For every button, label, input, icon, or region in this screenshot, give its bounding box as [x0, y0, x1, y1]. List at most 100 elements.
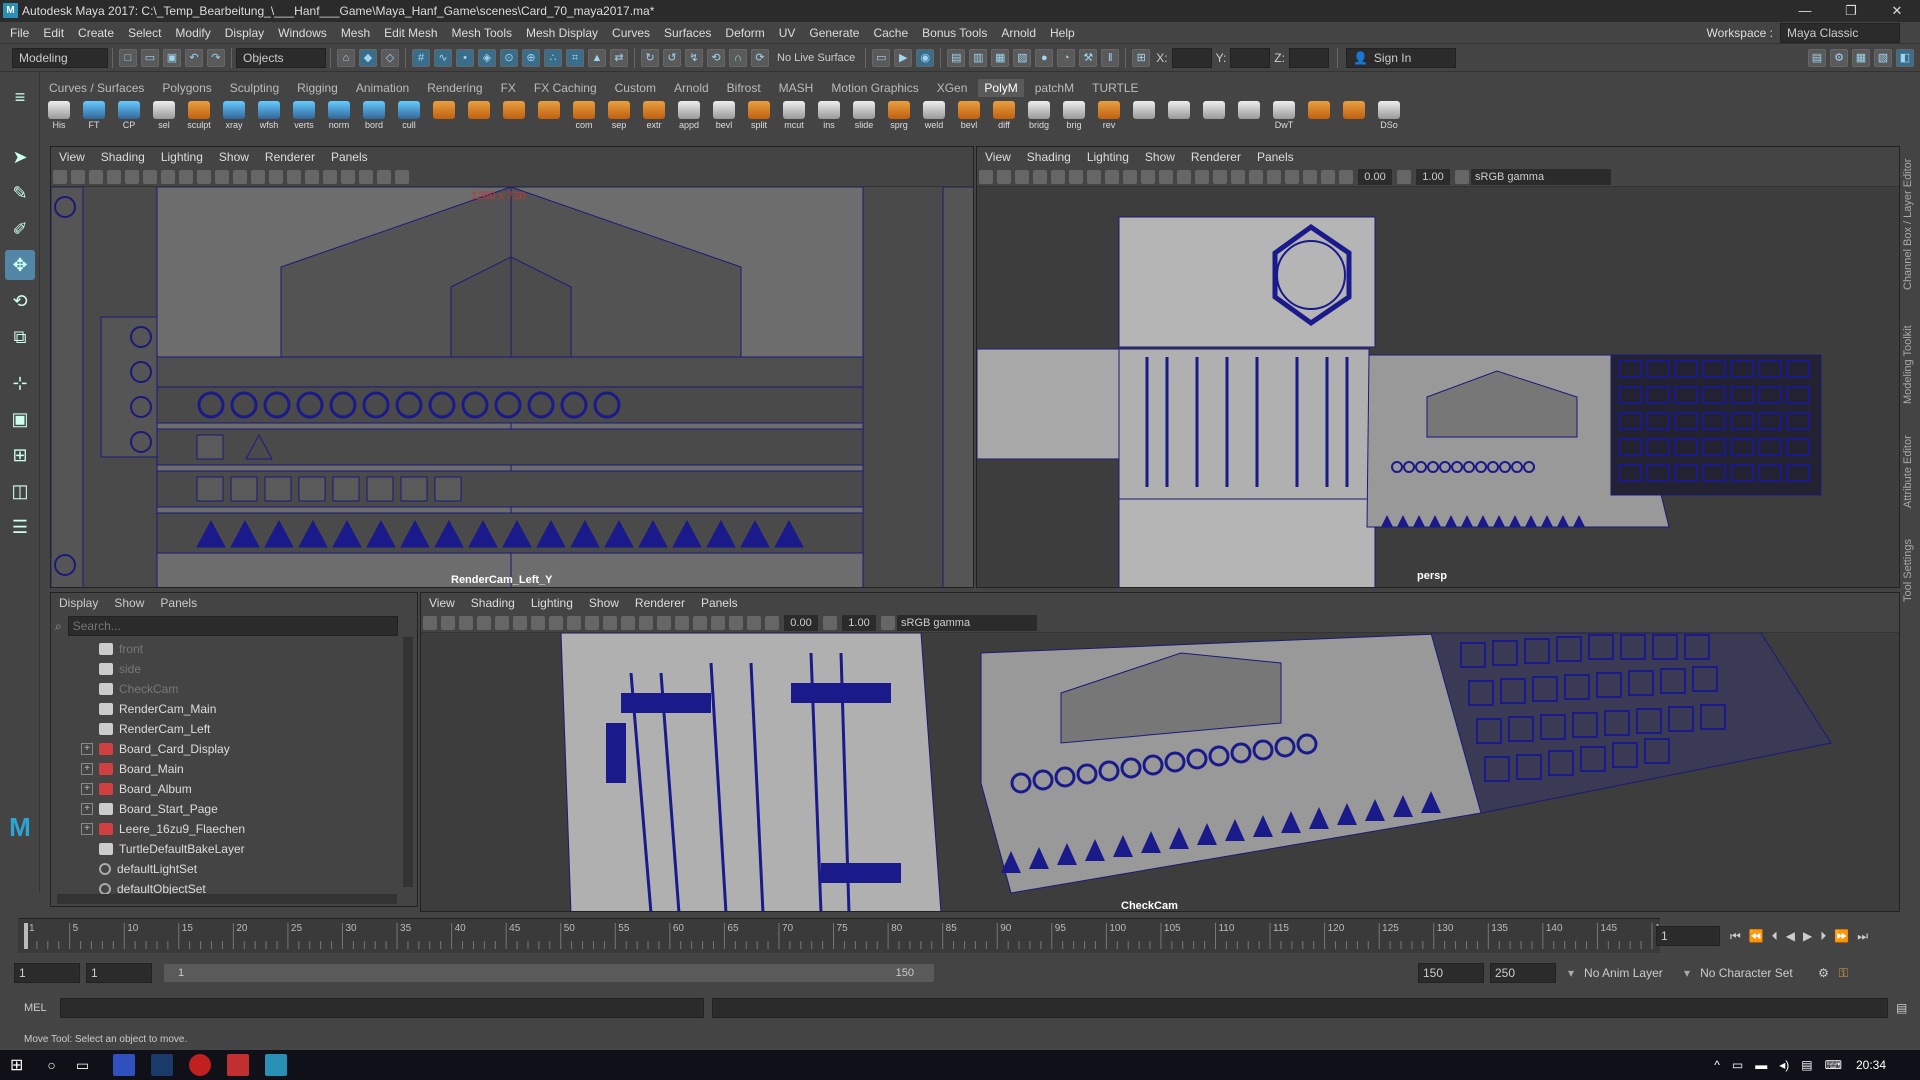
image-plane-icon[interactable] — [477, 615, 491, 630]
vp-menu-view[interactable]: View — [985, 150, 1011, 164]
symmetry-icon[interactable]: ⇄ — [610, 48, 628, 67]
gate-mask-icon[interactable] — [549, 615, 563, 630]
bookmark-icon[interactable] — [1015, 169, 1029, 184]
vp-menu-panels[interactable]: Panels — [701, 596, 738, 610]
outliner-item-turtle-bake-layer[interactable]: TurtleDefaultBakeLayer — [81, 839, 417, 859]
shelf-btn-sprg[interactable]: sprg — [884, 101, 914, 133]
viewport-canvas[interactable]: persp — [977, 187, 1900, 588]
end-time-field[interactable] — [1490, 963, 1556, 983]
shelf-btn-mcut[interactable]: mcut — [779, 101, 809, 133]
isolate-icon[interactable] — [1267, 169, 1281, 184]
gamma-icon[interactable] — [823, 615, 837, 630]
photoshop-icon[interactable] — [151, 1054, 174, 1076]
menu-edit[interactable]: Edit — [43, 26, 64, 40]
render-region-icon[interactable]: ▭ — [872, 48, 891, 67]
close-button[interactable]: ✕ — [1874, 0, 1920, 22]
vp-menu-renderer[interactable]: Renderer — [265, 150, 315, 164]
grid-icon[interactable] — [1051, 169, 1065, 184]
xray-icon[interactable] — [693, 615, 707, 630]
menu-bonus-tools[interactable]: Bonus Tools — [922, 26, 987, 40]
shelf-btn-ft[interactable]: FT — [79, 101, 109, 133]
current-frame-field[interactable] — [1656, 926, 1720, 946]
modeling-toolkit-icon[interactable]: ⚙ — [1830, 48, 1848, 67]
exposure-icon[interactable] — [765, 615, 779, 630]
expand-icon[interactable]: + — [81, 743, 93, 755]
aa-icon[interactable] — [747, 615, 761, 630]
shelf-btn-bridg[interactable]: bridg — [1024, 101, 1054, 133]
colorspace-select[interactable]: sRGB gamma — [1471, 168, 1611, 185]
shelf-tab-custom[interactable]: Custom — [615, 81, 656, 95]
x-field[interactable] — [1171, 47, 1212, 68]
vp-menu-panels[interactable]: Panels — [1257, 150, 1294, 164]
side-tab-channel-box[interactable]: Channel Box / Layer Editor — [1902, 150, 1914, 290]
single-view-icon[interactable]: ▣ — [5, 404, 35, 434]
mode-select[interactable]: Modeling — [12, 47, 108, 68]
textured-icon[interactable] — [287, 169, 301, 184]
shelf-tab-mash[interactable]: MASH — [779, 81, 814, 95]
command-input[interactable] — [60, 998, 704, 1018]
menu-edit-mesh[interactable]: Edit Mesh — [384, 26, 437, 40]
playback-start-field[interactable] — [86, 963, 152, 983]
app-taskbar-icon[interactable] — [113, 1054, 136, 1076]
field-chart-icon[interactable] — [197, 169, 211, 184]
select-tool-icon[interactable]: ➤ — [5, 142, 35, 172]
shelf-btn-cp[interactable]: CP — [114, 101, 144, 133]
viewport-canvas[interactable]: CheckCam — [421, 633, 1900, 912]
vp-menu-view[interactable]: View — [59, 150, 85, 164]
ao-icon[interactable] — [1285, 169, 1299, 184]
image-plane-icon[interactable] — [107, 169, 121, 184]
shelf-btn-sphere[interactable] — [499, 101, 529, 133]
redo-icon[interactable]: ↷ — [207, 48, 225, 67]
vp-menu-lighting[interactable]: Lighting — [161, 150, 203, 164]
render-view-icon[interactable]: ▶ — [894, 48, 913, 67]
outliner-item-board-main[interactable]: + Board_Main — [81, 759, 417, 779]
shelf-btn-slide[interactable]: slide — [849, 101, 879, 133]
shelf-btn-cylinder[interactable] — [534, 101, 564, 133]
shelf-tab-arnold[interactable]: Arnold — [674, 81, 709, 95]
network-icon[interactable]: ▭ — [1732, 1058, 1743, 1072]
maya-taskbar-icon[interactable] — [265, 1054, 288, 1076]
camera-snap-icon[interactable]: ⟳ — [751, 48, 769, 67]
camera-icon[interactable] — [423, 615, 437, 630]
shelf-btn-appd[interactable]: appd — [674, 101, 704, 133]
expand-icon[interactable]: + — [81, 783, 93, 795]
grid-icon[interactable] — [495, 615, 509, 630]
wireframe-icon[interactable] — [603, 615, 617, 630]
shelf-btn-rev[interactable]: rev — [1094, 101, 1124, 133]
go-to-start-icon[interactable]: ⏮ — [1730, 929, 1741, 944]
outliner-item-rendercam-left[interactable]: RenderCam_Left — [81, 719, 417, 739]
side-tab-tool-settings[interactable]: Tool Settings — [1902, 522, 1914, 602]
z-field[interactable] — [1288, 47, 1329, 68]
shelf-btn-dso[interactable]: DSo — [1374, 101, 1404, 133]
lights-icon[interactable] — [305, 169, 319, 184]
magnet-icon[interactable]: ∩ — [729, 48, 747, 67]
tool-settings-icon[interactable]: ▧ — [1874, 48, 1892, 67]
color-management-icon[interactable] — [1455, 169, 1469, 184]
isolate-icon[interactable] — [359, 169, 373, 184]
maximize-button[interactable]: ❐ — [1828, 0, 1874, 22]
outliner-item-front[interactable]: front — [81, 639, 417, 659]
shelf-tab-patchm[interactable]: patchM — [1035, 81, 1074, 95]
safe-title-icon[interactable] — [233, 169, 247, 184]
arnold-ipr-icon[interactable]: ◔ — [1057, 48, 1076, 67]
color-management-icon[interactable] — [881, 615, 895, 630]
shelf-tab-rigging[interactable]: Rigging — [297, 81, 338, 95]
outliner-item-board-card-display[interactable]: + Board_Card_Display — [81, 739, 417, 759]
shelf-btn-diamond[interactable] — [429, 101, 459, 133]
ao-icon[interactable] — [377, 169, 391, 184]
menu-mesh[interactable]: Mesh — [341, 26, 370, 40]
snap-edge-icon[interactable]: ⌗ — [566, 48, 584, 67]
gamma-field[interactable]: 1.00 — [842, 614, 876, 631]
menu-create[interactable]: Create — [78, 26, 114, 40]
shelf-tab-turtle[interactable]: TURTLE — [1092, 81, 1138, 95]
construction-history-icon[interactable]: ⟲ — [707, 48, 725, 67]
snap-point-icon[interactable]: • — [456, 48, 474, 67]
menu-curves[interactable]: Curves — [612, 26, 650, 40]
ipr-render-icon[interactable]: ▥ — [969, 48, 988, 67]
shelf-btn-cull[interactable]: cull — [394, 101, 424, 133]
arnold-render-view-icon[interactable]: ⚒ — [1079, 48, 1098, 67]
camera-icon[interactable] — [53, 169, 67, 184]
select-component-icon[interactable]: ◇ — [381, 48, 399, 67]
go-to-end-icon[interactable]: ⏭ — [1857, 929, 1868, 944]
shelf-tab-polym[interactable]: PolyM — [978, 79, 1024, 97]
